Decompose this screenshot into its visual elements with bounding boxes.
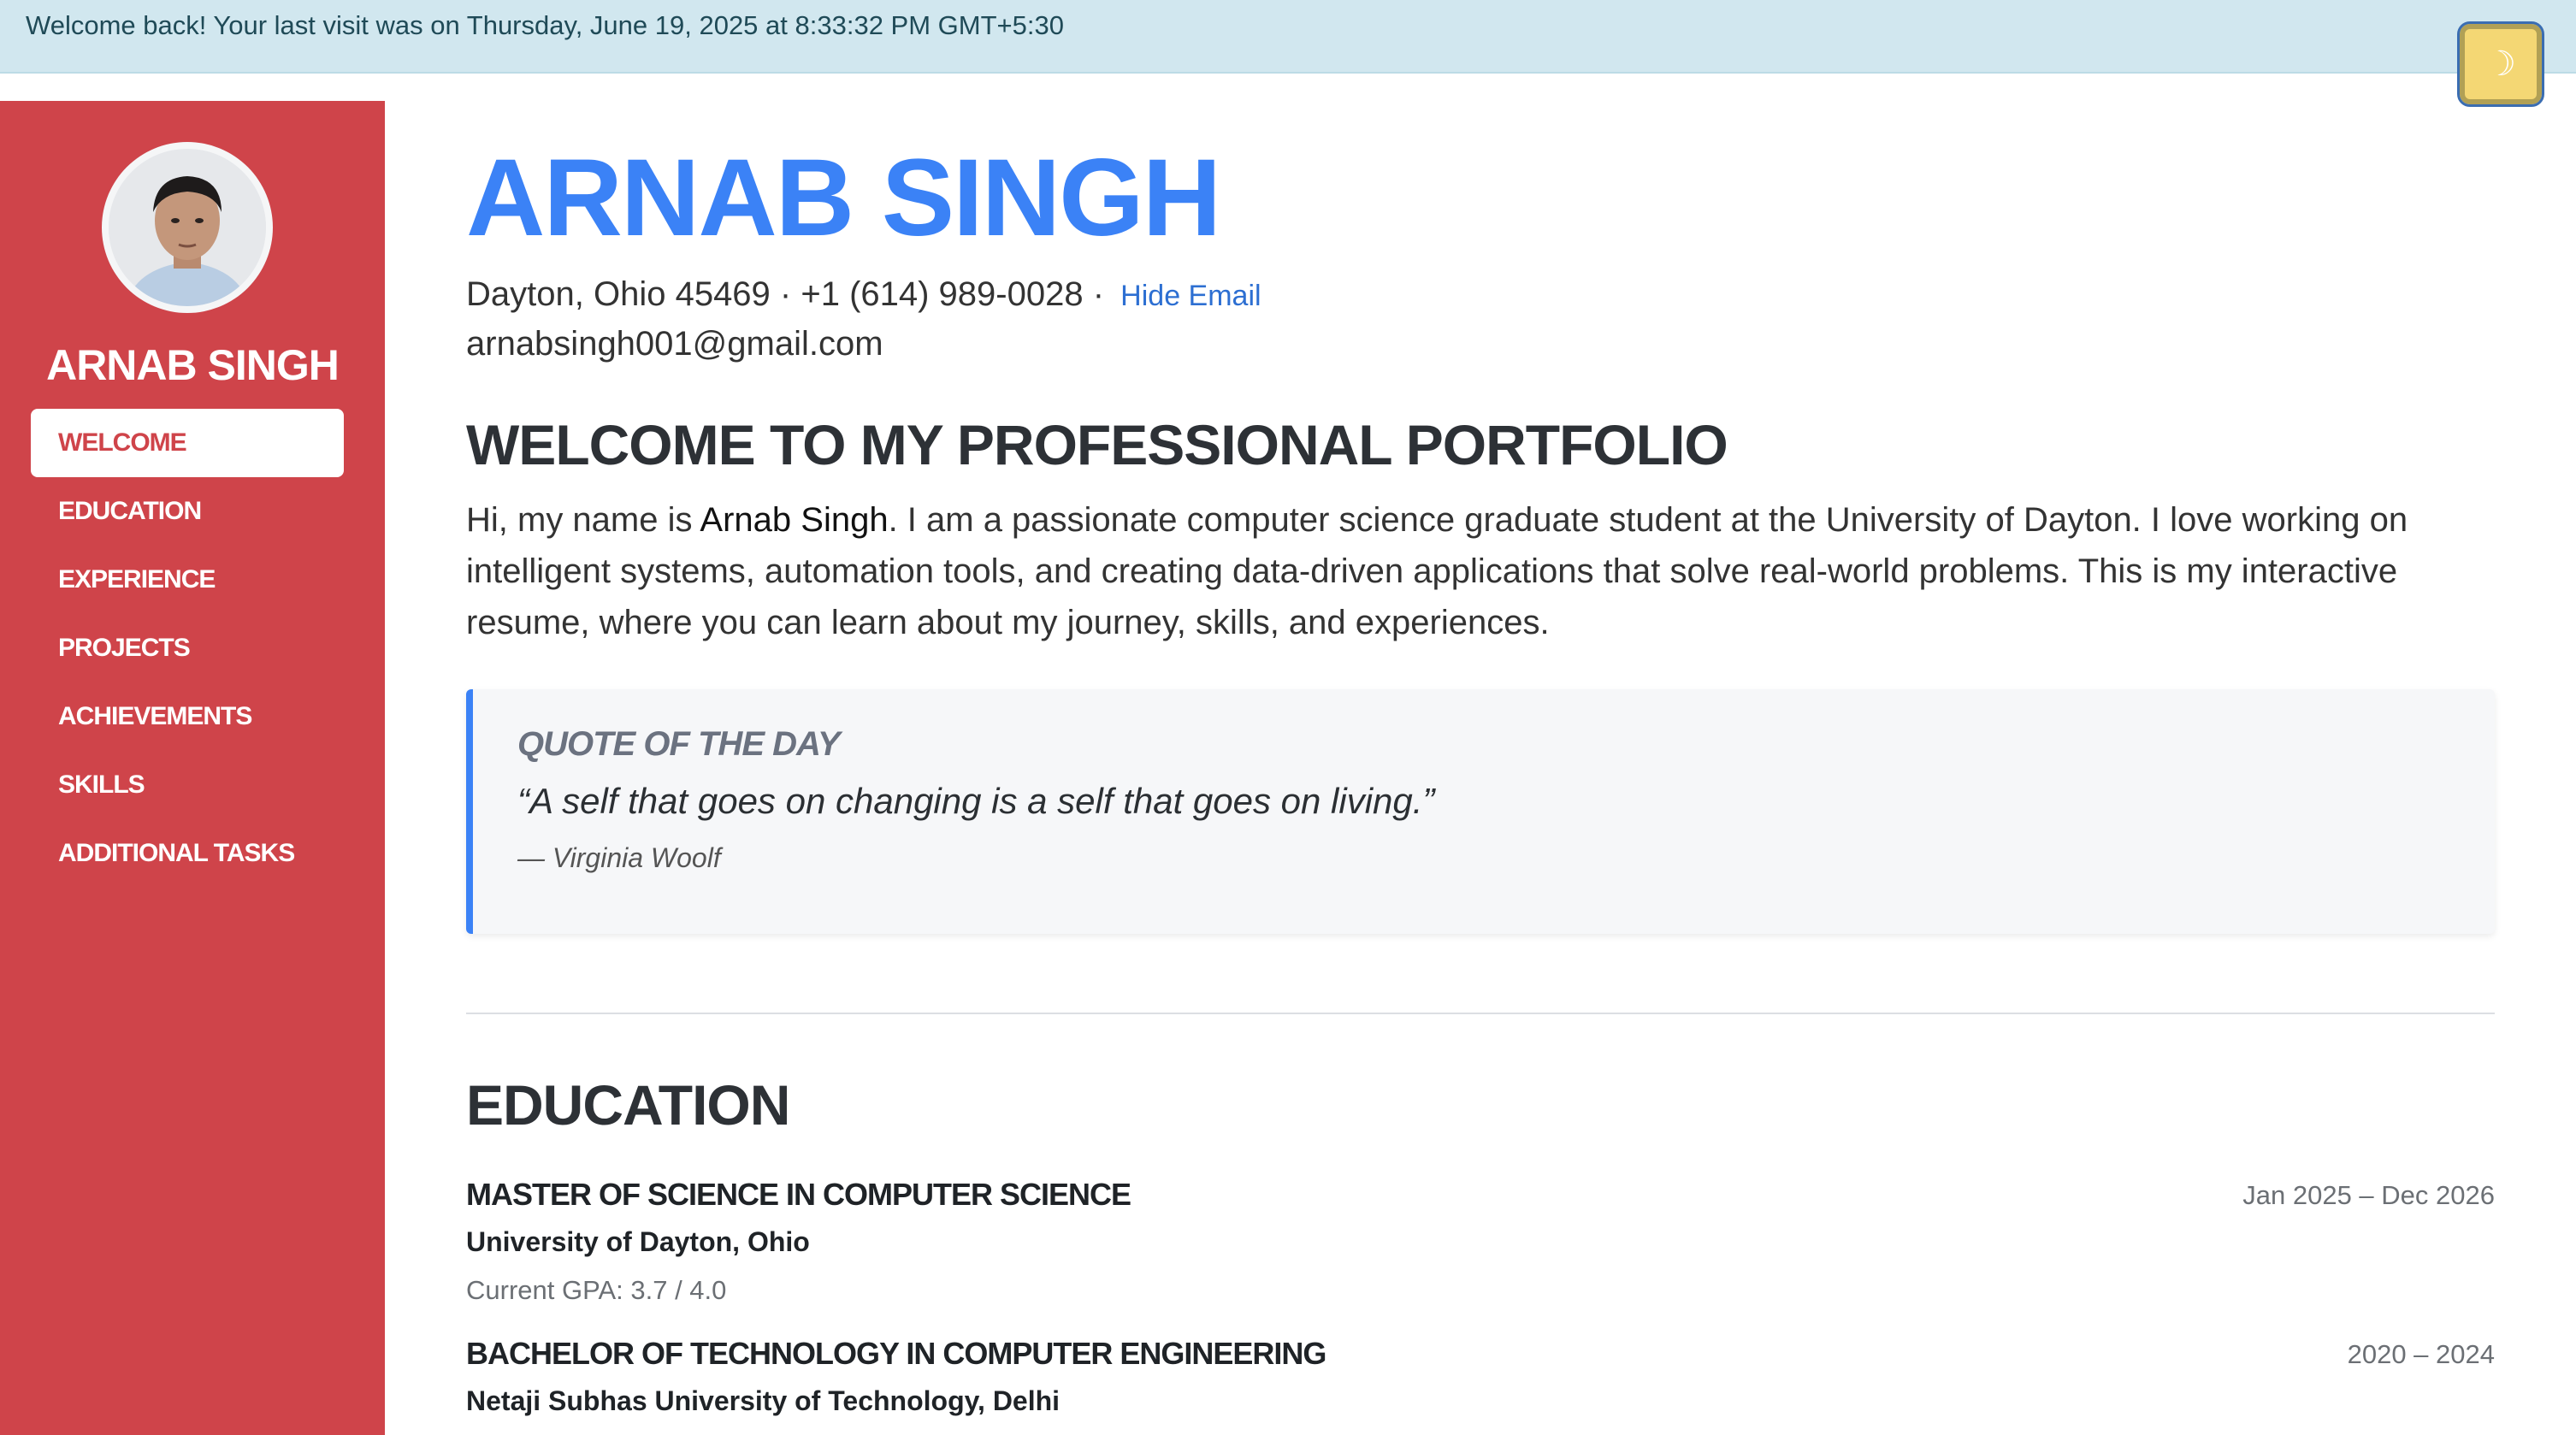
sidebar-item-welcome[interactable]: WELCOME (31, 409, 344, 477)
education-heading: EDUCATION (466, 1073, 790, 1137)
intro-paragraph: Hi, my name is Arnab Singh. I am a passi… (466, 494, 2495, 648)
sidebar-name: ARNAB SINGH (46, 341, 340, 389)
date-range: Jan 2025 – Dec 2026 (2242, 1180, 2495, 1210)
email-address: arnabsingh001@gmail.com (466, 325, 883, 363)
school-name: Netaji Subhas University of Technology, … (466, 1385, 1061, 1416)
profile-photo (109, 149, 266, 306)
welcome-heading: WELCOME TO MY PROFESSIONAL PORTFOLIO (466, 413, 1728, 476)
sidebar-nav: WELCOME EDUCATION EXPERIENCE PROJECTS AC… (31, 409, 344, 888)
section-divider (466, 1013, 2495, 1014)
degree-title: BACHELOR OF TECHNOLOGY IN COMPUTER ENGIN… (466, 1336, 1326, 1371)
education-entry: MASTER OF SCIENCE IN COMPUTER SCIENCE Un… (466, 1177, 2495, 1306)
gpa: Current GPA: 3.7 / 4.0 (466, 1275, 727, 1305)
location-phone: Dayton, Ohio 45469 · +1 (614) 989-0028 · (466, 275, 1105, 313)
degree-title: MASTER OF SCIENCE IN COMPUTER SCIENCE (466, 1177, 1131, 1212)
school-name: University of Dayton, Ohio (466, 1226, 810, 1257)
quote-text: “A self that goes on changing is a self … (517, 781, 1435, 821)
contact-line: Dayton, Ohio 45469 · +1 (614) 989-0028 ·… (466, 275, 1261, 314)
moon-icon: ☽ (2485, 44, 2516, 84)
sidebar-item-education[interactable]: EDUCATION (31, 477, 344, 546)
date-range: 2020 – 2024 (2347, 1339, 2495, 1369)
quote-label: QUOTE OF THE DAY (517, 725, 841, 763)
avatar (102, 142, 273, 313)
sidebar-item-experience[interactable]: EXPERIENCE (31, 546, 344, 614)
sidebar: ARNAB SINGH WELCOME EDUCATION EXPERIENCE… (0, 101, 385, 1435)
education-entry: BACHELOR OF TECHNOLOGY IN COMPUTER ENGIN… (466, 1336, 2495, 1417)
sidebar-item-projects[interactable]: PROJECTS (31, 614, 344, 682)
sidebar-item-skills[interactable]: SKILLS (31, 751, 344, 819)
intro-text-start: Hi, my name is (466, 501, 700, 539)
theme-toggle-button[interactable]: ☽ (2457, 21, 2544, 107)
intro-name: Arnab Singh (700, 501, 889, 539)
hide-email-link[interactable]: Hide Email (1120, 280, 1261, 312)
welcome-message: Welcome back! Your last visit was on Thu… (26, 10, 1064, 40)
sidebar-item-additional-tasks[interactable]: ADDITIONAL TASKS (31, 819, 344, 888)
quote-card: QUOTE OF THE DAY “A self that goes on ch… (466, 689, 2495, 934)
welcome-banner: Welcome back! Your last visit was on Thu… (0, 0, 2576, 74)
quote-author: — Virginia Woolf (517, 842, 721, 873)
page-title: ARNAB SINGH (466, 137, 1221, 259)
sidebar-item-achievements[interactable]: ACHIEVEMENTS (31, 682, 344, 751)
